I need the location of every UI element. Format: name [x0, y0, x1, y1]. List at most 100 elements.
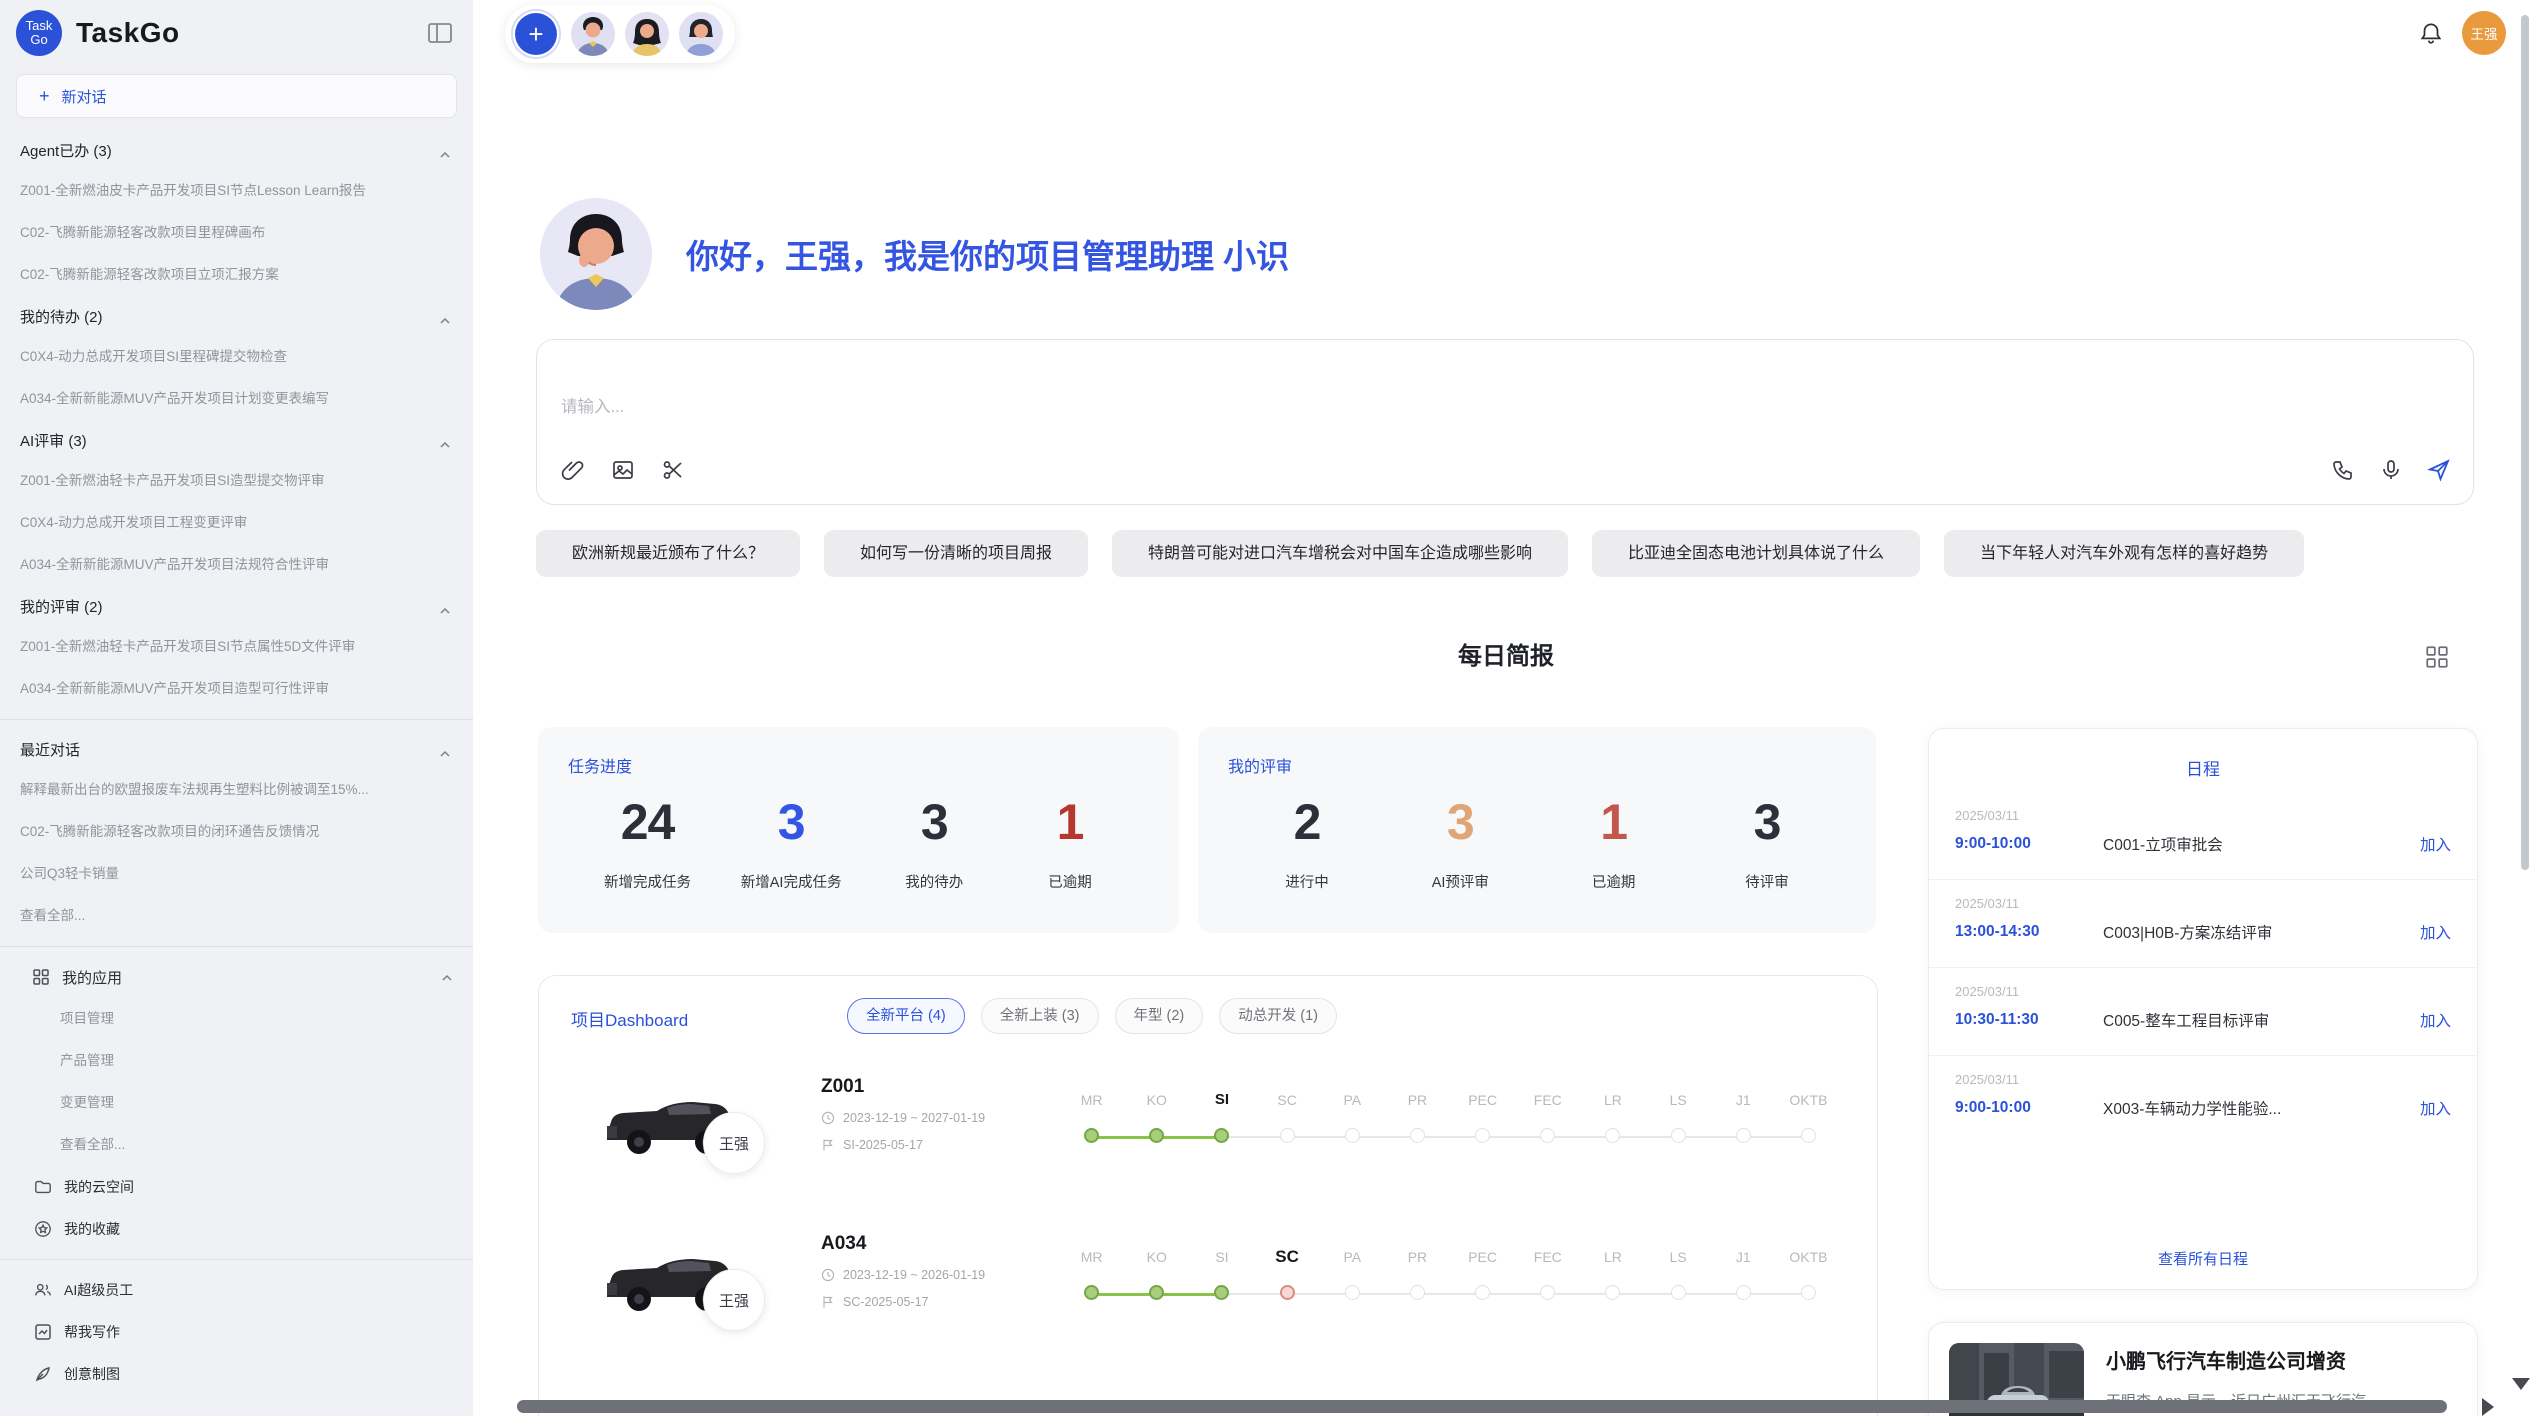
recent-chat-item[interactable]: 解释最新出台的欧盟报废车法规再生塑料比例被调至15%... [0, 769, 473, 811]
milestone-dot [1605, 1285, 1620, 1300]
app-item-product-mgmt[interactable]: 产品管理 [0, 1040, 473, 1082]
view-all-apps-link[interactable]: 查看全部... [0, 1124, 473, 1166]
milestone-label: PA [1320, 1088, 1385, 1112]
scroll-right-arrow[interactable] [2482, 1398, 2494, 1416]
user-avatar[interactable]: 王强 [2462, 11, 2506, 55]
suggestion-chip[interactable]: 欧洲新规最近颁布了什么？ [536, 530, 800, 577]
project-name: Z001 [821, 1076, 1051, 1098]
plus-icon: + [39, 86, 50, 107]
chevron-up-icon[interactable] [439, 602, 451, 619]
flag-label: SI-2025-05-17 [843, 1138, 923, 1152]
project-milestone-flag: SC-2025-05-17 [821, 1295, 1051, 1309]
suggestion-chip[interactable]: 当下年轻人对汽车外观有怎样的喜好趋势 [1944, 530, 2304, 577]
sidebar-item[interactable]: C02-飞腾新能源轻客改款项目里程碑画布 [0, 212, 473, 254]
clock-icon [821, 1268, 835, 1282]
chevron-up-icon[interactable] [439, 312, 451, 329]
milestone-label: LR [1580, 1088, 1645, 1112]
view-all-schedule-link[interactable]: 查看所有日程 [1929, 1248, 2477, 1269]
scroll-down-arrow[interactable] [2512, 1378, 2530, 1390]
vertical-scrollbar[interactable] [2521, 15, 2529, 870]
recent-chat-item[interactable]: C02-飞腾新能源轻客改款项目的闭环通告反馈情况 [0, 811, 473, 853]
app-item-change-mgmt[interactable]: 变更管理 [0, 1082, 473, 1124]
sidebar-item[interactable]: A034-全新新能源MUV产品开发项目计划变更表编写 [0, 378, 473, 420]
project-owner-badge: 王强 [703, 1269, 765, 1331]
chevron-up-icon[interactable] [439, 146, 451, 163]
stat-label: AI预评审 [1417, 871, 1503, 892]
milestone-labels: MR KO SI SC PA PR PEC FEC LR LS J1 OKTB [1059, 1088, 1841, 1112]
section-my-todo[interactable]: 我的待办 (2) [0, 296, 473, 336]
sidebar-item[interactable]: C0X4-动力总成开发项目工程变更评审 [0, 502, 473, 544]
join-link[interactable]: 加入 [2420, 833, 2451, 855]
sidebar-item[interactable]: Z001-全新燃油轻卡产品开发项目SI造型提交物评审 [0, 460, 473, 502]
sidebar-item[interactable]: C02-飞腾新能源轻客改款项目立项汇报方案 [0, 254, 473, 296]
flag-icon [821, 1138, 835, 1152]
view-all-chats-link[interactable]: 查看全部... [0, 895, 473, 937]
image-icon[interactable] [611, 458, 635, 482]
sidebar-item-my-apps[interactable]: 我的应用 [0, 956, 473, 998]
stat-pending-review: 3待评审 [1724, 793, 1810, 892]
project-row-z001[interactable]: 王强 Z001 2023-12-19 ~ 2027-01-19 SI-2025-… [539, 1060, 1877, 1217]
sidebar-item[interactable]: A034-全新新能源MUV产品开发项目造型可行性评审 [0, 668, 473, 710]
sidebar-item[interactable]: Z001-全新燃油皮卡产品开发项目SI节点Lesson Learn报告 [0, 170, 473, 212]
section-ai-review[interactable]: AI评审 (3) [0, 420, 473, 460]
layout-grid-icon[interactable] [2424, 644, 2450, 670]
milestone-label: J1 [1711, 1245, 1776, 1269]
section-my-review[interactable]: 我的评审 (2) [0, 586, 473, 626]
input-actions [2331, 458, 2451, 482]
join-link[interactable]: 加入 [2420, 1009, 2451, 1031]
tab-powertrain[interactable]: 动总开发 (1) [1219, 998, 1337, 1034]
tab-year-model[interactable]: 年型 (2) [1115, 998, 1204, 1034]
section-agent-done[interactable]: Agent已办 (3) [0, 130, 473, 170]
app-item-project-mgmt[interactable]: 项目管理 [0, 998, 473, 1040]
project-row-a034[interactable]: 王强 A034 2023-12-19 ~ 2026-01-19 SC-2025-… [539, 1217, 1877, 1374]
milestone-label: OKTB [1776, 1088, 1841, 1112]
app-title: TaskGo [76, 17, 180, 49]
sidebar-item[interactable]: A034-全新新能源MUV产品开发项目法规符合性评审 [0, 544, 473, 586]
stat-label: 已逾期 [1571, 871, 1657, 892]
sidebar-item-cloud-space[interactable]: 我的云空间 [0, 1166, 473, 1208]
join-link[interactable]: 加入 [2420, 921, 2451, 943]
milestone-timeline: MR KO SI SC PA PR PEC FEC LR LS J1 OKTB [1059, 1245, 1841, 1303]
milestone-label: PR [1385, 1245, 1450, 1269]
sidebar-item-creative-drawing[interactable]: 创意制图 [0, 1353, 473, 1395]
suggestion-chip[interactable]: 特朗普可能对进口汽车增税会对中国车企造成哪些影响 [1112, 530, 1568, 577]
card-title: 任务进度 [568, 753, 1149, 777]
write-icon [34, 1323, 52, 1341]
schedule-title: 日程 [1929, 755, 2477, 780]
stat-in-progress: 2进行中 [1264, 793, 1350, 892]
sidebar-item[interactable]: C0X4-动力总成开发项目SI里程碑提交物检查 [0, 336, 473, 378]
new-chat-button[interactable]: + 新对话 [16, 74, 457, 118]
add-agent-button[interactable]: + [511, 9, 561, 59]
chevron-up-icon[interactable] [439, 436, 451, 453]
tab-new-platform[interactable]: 全新平台 (4) [847, 998, 965, 1034]
microphone-icon[interactable] [2379, 458, 2403, 482]
suggestion-chip[interactable]: 比亚迪全固态电池计划具体说了什么 [1592, 530, 1920, 577]
horizontal-scrollbar[interactable] [517, 1400, 2447, 1413]
sidebar-item-help-me-write[interactable]: 帮我写作 [0, 1311, 473, 1353]
tab-new-body[interactable]: 全新上装 (3) [981, 998, 1099, 1034]
section-recent-chats[interactable]: 最近对话 [0, 729, 473, 769]
schedule-time: 9:00-10:00 [1955, 1099, 2103, 1117]
scissors-icon[interactable] [661, 458, 685, 482]
recent-chat-item[interactable]: 公司Q3轻卡销量 [0, 853, 473, 895]
notifications-bell-icon[interactable] [2418, 20, 2444, 46]
milestone-label-current: SC [1255, 1245, 1320, 1269]
phone-icon[interactable] [2331, 458, 2355, 482]
milestone-dot [1280, 1128, 1295, 1143]
quill-pen-icon [34, 1365, 52, 1383]
sidebar-collapse-icon[interactable] [425, 18, 455, 48]
chat-input[interactable] [561, 398, 1961, 417]
join-link[interactable]: 加入 [2420, 1097, 2451, 1119]
agent-avatar-2[interactable] [625, 12, 669, 56]
chevron-up-icon[interactable] [439, 745, 451, 762]
paperclip-icon[interactable] [561, 458, 585, 482]
chevron-up-icon[interactable] [441, 969, 453, 985]
sidebar-item-ai-super-staff[interactable]: AI超级员工 [0, 1269, 473, 1311]
agent-avatar-1[interactable] [571, 12, 615, 56]
send-icon[interactable] [2427, 458, 2451, 482]
sidebar-item-favorites[interactable]: 我的收藏 [0, 1208, 473, 1250]
logo-line1: Task [26, 19, 53, 33]
agent-avatar-3[interactable] [679, 12, 723, 56]
suggestion-chip[interactable]: 如何写一份清晰的项目周报 [824, 530, 1088, 577]
sidebar-item[interactable]: Z001-全新燃油轻卡产品开发项目SI节点属性5D文件评审 [0, 626, 473, 668]
